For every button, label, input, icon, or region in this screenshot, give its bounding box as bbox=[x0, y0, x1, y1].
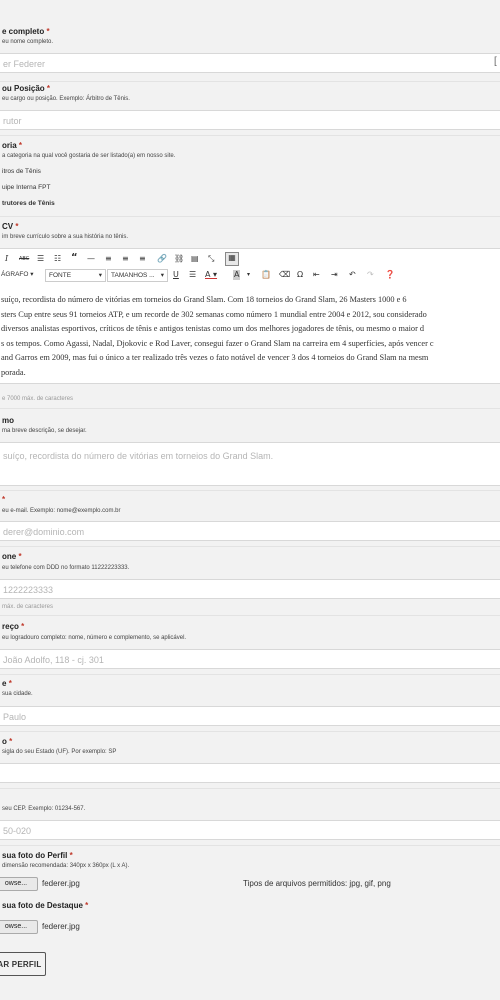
cv-line: porada. bbox=[1, 367, 26, 377]
link-icon[interactable]: 🔗 bbox=[157, 254, 167, 264]
city-description: sua cidade. bbox=[2, 691, 33, 697]
category-description: a categoria na qual você gostaria de ser… bbox=[2, 153, 176, 159]
cv-line: s os tempos. Como Agassi, Nadal, Djokovi… bbox=[1, 338, 434, 348]
divider bbox=[0, 845, 500, 846]
undo-icon[interactable]: ↶ bbox=[349, 270, 356, 280]
fullscreen-icon[interactable]: ⤡ bbox=[208, 254, 214, 264]
divider bbox=[0, 731, 500, 732]
unlink-icon[interactable]: ⛓ bbox=[174, 254, 184, 264]
submit-profile-button[interactable]: IAR PERFIL bbox=[0, 952, 46, 976]
profile-photo-label: sua foto do Perfil * bbox=[2, 851, 73, 860]
divider bbox=[0, 788, 500, 789]
paragraph-select[interactable]: ÁGRAFO ▾ bbox=[1, 269, 41, 280]
position-description: eu cargo ou posição. Exemplo: Árbitro de… bbox=[2, 96, 130, 102]
phone-label: one * bbox=[2, 552, 22, 561]
email-label: * bbox=[2, 495, 6, 504]
paste-text-icon[interactable]: 📋 bbox=[261, 270, 271, 280]
category-option-arbitros[interactable]: itros de Tênis bbox=[2, 168, 41, 175]
underline-icon[interactable]: U bbox=[173, 270, 179, 280]
cv-description: im breve currículo sobre a sua história … bbox=[2, 234, 129, 240]
allowed-file-types: Tipos de arquivos permitidos: jpg, gif, … bbox=[243, 879, 391, 888]
divider bbox=[0, 408, 500, 409]
phone-input[interactable]: 1222223333 bbox=[0, 579, 500, 599]
font-size-select[interactable]: TAMANHOS ... ▾ bbox=[107, 269, 168, 282]
summary-textarea[interactable]: suíço, recordista do número de vitórias … bbox=[0, 442, 500, 486]
background-color-dropdown-icon[interactable]: ▾ bbox=[247, 270, 250, 280]
cv-editor-content[interactable]: suíço, recordista do número de vitórias … bbox=[1, 293, 500, 380]
align-center-icon[interactable]: ≡ bbox=[122, 254, 129, 264]
cv-line: and Garros em 2009, mas fui o único a te… bbox=[1, 353, 429, 362]
cv-editor[interactable]: I ABC ☰ ☷ “ — ≡ ≡ ≡ 🔗 ⛓ ▤ ⤡ ▦ ÁGRAFO ▾ F… bbox=[0, 248, 500, 384]
font-select[interactable]: FONTE ▾ bbox=[45, 269, 106, 282]
city-label: e * bbox=[2, 679, 12, 688]
address-label: reço * bbox=[2, 622, 25, 631]
divider bbox=[0, 216, 500, 217]
name-description: eu nome completo. bbox=[2, 39, 54, 45]
profile-photo-browse-button[interactable]: owse... bbox=[0, 877, 38, 891]
category-label: oria * bbox=[2, 141, 23, 150]
divider bbox=[0, 674, 500, 675]
name-label: e completo * bbox=[2, 27, 50, 36]
divider bbox=[0, 615, 500, 616]
name-input[interactable]: er Federer bbox=[0, 53, 500, 73]
justify-icon[interactable]: ☰ bbox=[189, 270, 196, 280]
help-icon[interactable]: ❓ bbox=[385, 270, 395, 280]
cep-input[interactable]: 50-020 bbox=[0, 820, 500, 840]
cv-line: diversos analistas esportivos, críticos … bbox=[1, 324, 425, 333]
outdent-icon[interactable]: ⇤ bbox=[313, 270, 320, 280]
cv-label: CV * bbox=[2, 222, 19, 231]
background-color-icon[interactable]: A bbox=[233, 270, 241, 280]
position-input[interactable]: rutor bbox=[0, 110, 500, 130]
position-label: ou Posição * bbox=[2, 84, 51, 93]
special-char-icon[interactable]: Ω bbox=[297, 270, 303, 280]
summary-description: ma breve descrição, se desejar. bbox=[2, 428, 87, 434]
email-description: eu e-mail. Exemplo: nome@exemplo.com.br bbox=[2, 508, 121, 514]
state-description: sigla do seu Estado (UF). Por exemplo: S… bbox=[2, 749, 117, 755]
divider bbox=[0, 135, 500, 136]
divider bbox=[0, 490, 500, 491]
summary-label: mo bbox=[2, 416, 14, 425]
clear-format-icon[interactable]: ⌫ bbox=[279, 270, 290, 280]
divider bbox=[0, 546, 500, 547]
align-left-icon[interactable]: ≡ bbox=[105, 254, 112, 264]
address-description: eu logradouro completo: nome, número e c… bbox=[2, 635, 187, 641]
featured-photo-browse-button[interactable]: owse... bbox=[0, 920, 38, 934]
ordered-list-icon[interactable]: ☷ bbox=[54, 254, 61, 264]
cep-description: seu CEP. Exemplo: 01234-567. bbox=[2, 806, 86, 812]
address-input[interactable]: João Adolfo, 118 - cj. 301 bbox=[0, 649, 500, 669]
insert-more-icon[interactable]: ▤ bbox=[191, 254, 199, 264]
input-resize-icon: [ bbox=[494, 56, 497, 67]
profile-photo-filename: federer.jpg bbox=[42, 879, 80, 888]
phone-char-counter: máx. de caracteres bbox=[2, 604, 54, 610]
align-right-icon[interactable]: ≡ bbox=[139, 254, 146, 264]
featured-photo-label: sua foto de Destaque * bbox=[2, 901, 89, 910]
profile-photo-description: dimensão recomendada: 340px x 360px (L x… bbox=[2, 863, 130, 869]
blockquote-icon[interactable]: “ bbox=[71, 253, 78, 263]
horizontal-rule-icon[interactable]: — bbox=[87, 254, 95, 264]
unordered-list-icon[interactable]: ☰ bbox=[37, 254, 44, 264]
email-input[interactable]: derer@dominio.com bbox=[0, 521, 500, 541]
divider bbox=[0, 81, 500, 82]
featured-photo-filename: federer.jpg bbox=[42, 922, 80, 931]
cv-line: suíço, recordista do número de vitórias … bbox=[1, 295, 407, 304]
cv-char-counter: e 7000 máx. de caracteres bbox=[2, 396, 74, 402]
city-input[interactable]: Paulo bbox=[0, 706, 500, 726]
italic-icon[interactable]: I bbox=[5, 254, 8, 264]
state-input[interactable] bbox=[0, 763, 500, 783]
toolbar-toggle-icon[interactable]: ▦ bbox=[225, 252, 239, 266]
category-option-equipe[interactable]: uipe Interna FPT bbox=[2, 184, 50, 191]
redo-icon[interactable]: ↷ bbox=[367, 270, 374, 280]
category-option-instrutores[interactable]: trutores de Tênis bbox=[2, 200, 55, 207]
cv-line: sters Cup entre seus 91 torneios ATP, e … bbox=[1, 309, 427, 319]
strikethrough-icon[interactable]: ABC bbox=[19, 254, 29, 264]
indent-icon[interactable]: ⇥ bbox=[331, 270, 338, 280]
text-color-icon[interactable]: A ▾ bbox=[205, 270, 217, 280]
phone-description: eu telefone com DDD no formato 112222233… bbox=[2, 565, 130, 571]
state-label: o * bbox=[2, 737, 13, 746]
